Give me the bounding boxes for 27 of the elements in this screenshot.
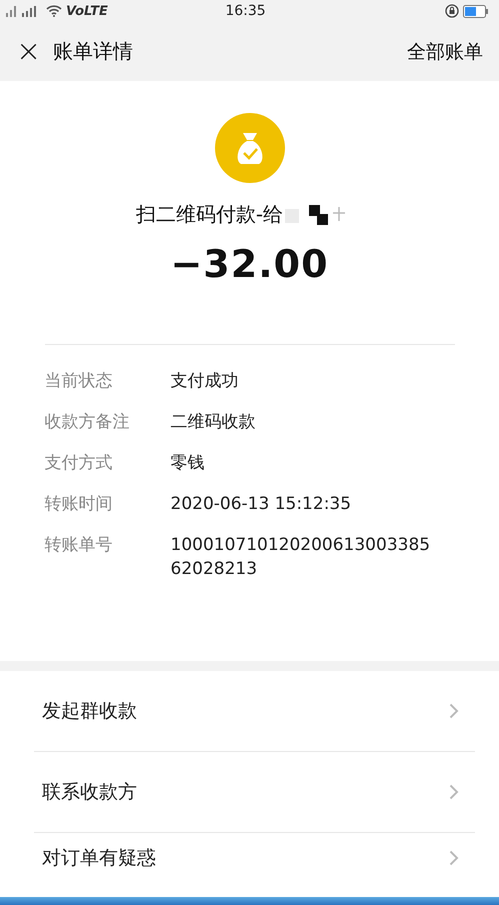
detail-value: 支付成功	[170, 370, 240, 393]
menu-item[interactable]: 联系收款方	[34, 752, 475, 833]
menu-item[interactable]: 发起群收款	[34, 671, 475, 752]
detail-label: 当前状态	[44, 370, 114, 393]
detail-label: 转账单号	[44, 534, 114, 557]
close-button[interactable]: ×	[16, 36, 42, 66]
wifi-icon	[46, 5, 62, 17]
detail-value: 10001071012020061300338562028213	[170, 534, 432, 581]
detail-label: 收款方备注	[44, 411, 130, 434]
chevron-icon	[449, 703, 459, 719]
menu-item[interactable]: 对订单有疑惑	[34, 833, 475, 883]
detail-value: 二维码收款	[170, 411, 256, 434]
chevron-icon	[449, 784, 459, 800]
detail-label: 支付方式	[44, 452, 114, 475]
network-label: VoLTE	[66, 4, 108, 18]
money-bag-icon	[214, 113, 284, 183]
rotation-lock-icon	[444, 4, 459, 18]
detail-value: 零钱	[170, 452, 206, 475]
payment-title: 扫二维码付款-给	[136, 201, 284, 228]
detail-value: 2020-06-13 15:12:35	[170, 493, 352, 516]
detail-label: 转账时间	[44, 493, 114, 516]
all-bills-link[interactable]: 全部账单	[407, 38, 483, 64]
chevron-icon	[449, 850, 459, 866]
clock: 16:35	[225, 3, 266, 19]
battery-icon	[462, 4, 489, 18]
amount: −32.00	[170, 242, 329, 286]
page-title: 账单详情	[53, 38, 134, 65]
